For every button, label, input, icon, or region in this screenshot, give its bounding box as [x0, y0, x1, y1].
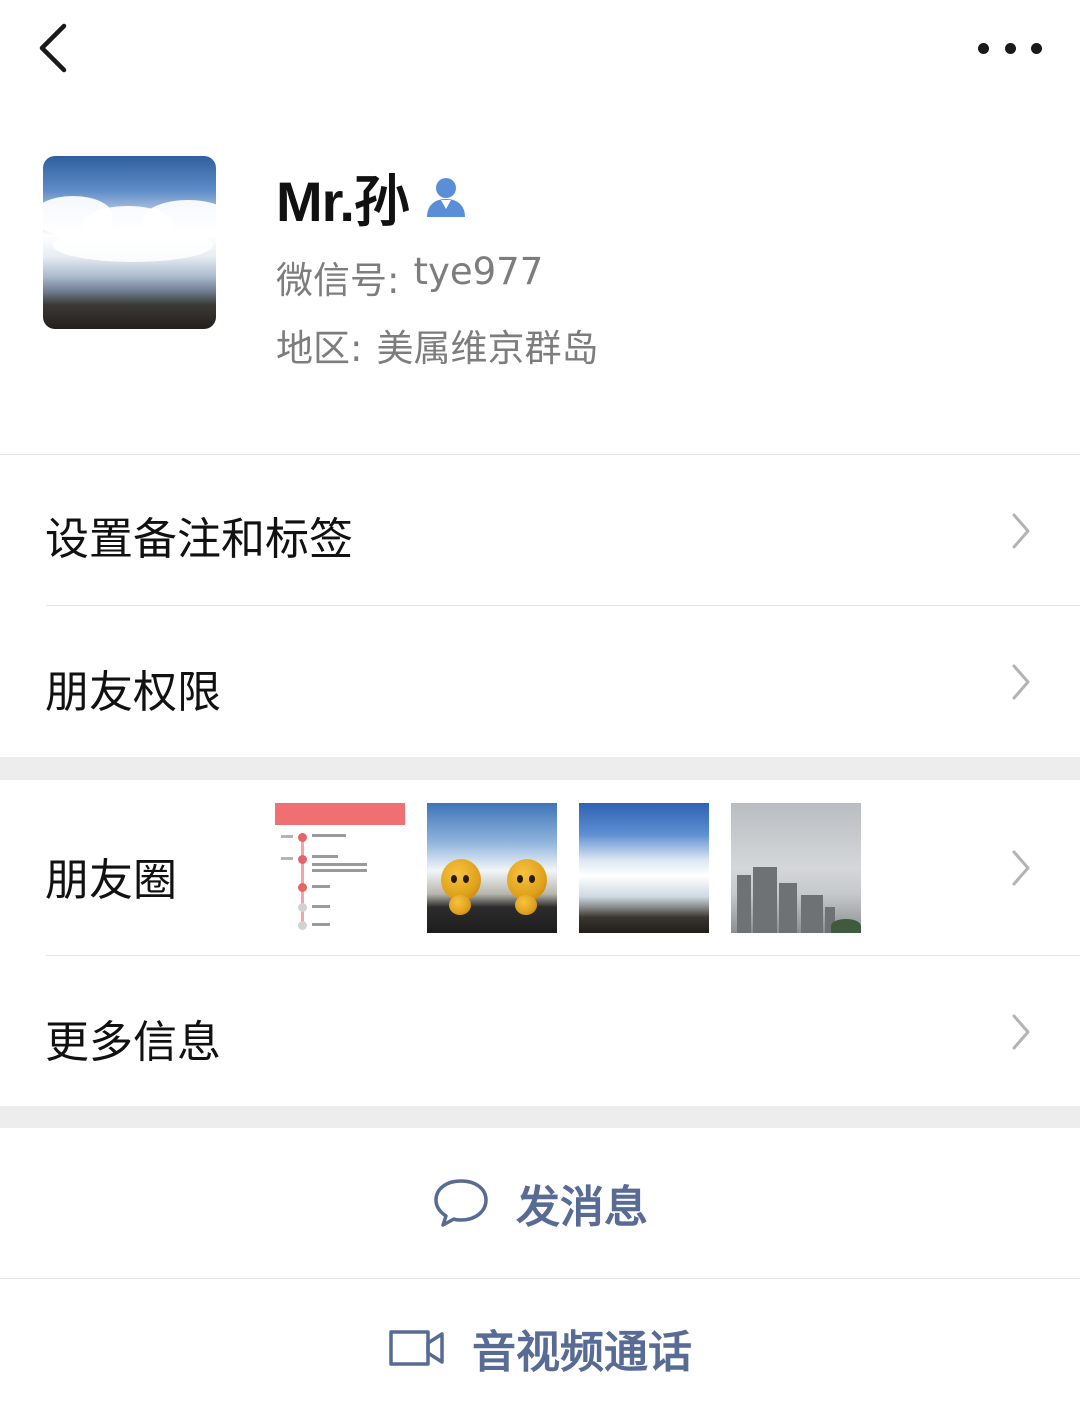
moments-thumbnail[interactable] — [275, 803, 405, 933]
moments-thumbnail[interactable] — [579, 803, 709, 933]
wechat-id-label: 微信号: — [276, 259, 400, 302]
moments-thumbnail[interactable] — [427, 803, 557, 933]
contact-name: Mr.孙 — [276, 169, 410, 233]
more-dot — [1004, 42, 1016, 54]
video-call-button[interactable]: 音视频通话 — [0, 1279, 1080, 1416]
name-row: Mr.孙 — [276, 162, 467, 233]
profile-header: Mr.孙 微信号: tye977 地区: 美属维京群岛 — [0, 100, 1080, 455]
moments-row[interactable]: 朋友圈 — [0, 780, 1080, 955]
wechat-id-value: tye977 — [413, 250, 544, 293]
send-message-label: 发消息 — [516, 1182, 648, 1233]
person-icon — [426, 178, 465, 217]
section-gap — [0, 757, 1080, 780]
chevron-right-icon — [1012, 513, 1030, 549]
moments-thumbnail[interactable] — [731, 803, 861, 933]
section-gap — [0, 1106, 1080, 1128]
top-nav-bar — [0, 0, 1080, 100]
video-camera-icon — [389, 1329, 444, 1366]
region-value: 美属维京群岛 — [376, 327, 599, 370]
region-line: 地区: 美属维京群岛 — [276, 318, 598, 372]
permissions-label: 朋友权限 — [45, 667, 221, 718]
back-chevron-icon[interactable] — [30, 20, 82, 76]
more-info-label: 更多信息 — [45, 1017, 221, 1068]
send-message-button[interactable]: 发消息 — [0, 1128, 1080, 1278]
avatar[interactable] — [43, 156, 216, 329]
region-label: 地区: — [276, 327, 363, 370]
more-options-icon[interactable] — [978, 30, 1042, 66]
more-dot — [1031, 42, 1042, 54]
video-call-label: 音视频通话 — [472, 1326, 692, 1378]
moments-thumbnails — [275, 803, 861, 933]
remark-tags-row[interactable]: 设置备注和标签 — [0, 455, 1080, 605]
chevron-right-icon — [1012, 664, 1030, 700]
more-info-row[interactable]: 更多信息 — [0, 956, 1080, 1106]
permissions-row[interactable]: 朋友权限 — [0, 606, 1080, 757]
moments-label: 朋友圈 — [45, 855, 177, 906]
remark-tags-label: 设置备注和标签 — [45, 514, 353, 565]
chevron-right-icon — [1012, 1014, 1030, 1050]
chat-bubble-icon — [434, 1179, 488, 1227]
more-dot — [978, 42, 989, 54]
chevron-right-icon — [1012, 850, 1030, 886]
contact-profile-page: Mr.孙 微信号: tye977 地区: 美属维京群岛 设置备注和标签 朋友权限 — [0, 0, 1080, 1416]
wechat-id-line: 微信号: tye977 — [276, 250, 543, 304]
